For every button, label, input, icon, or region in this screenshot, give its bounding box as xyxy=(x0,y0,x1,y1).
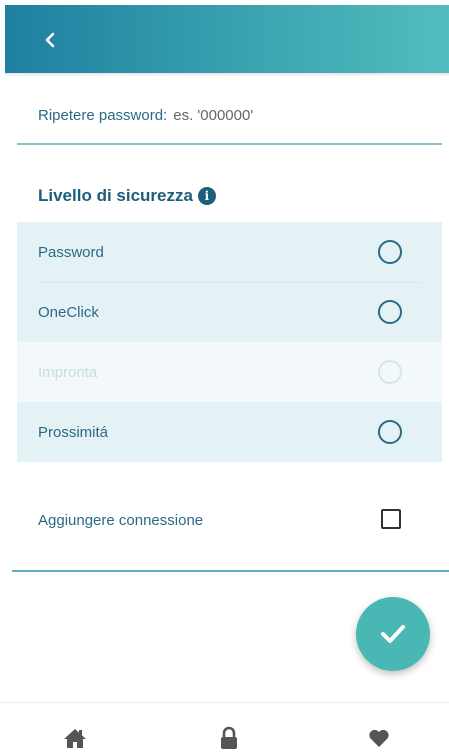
bottom-navigation xyxy=(0,702,449,754)
password-underline xyxy=(17,143,442,145)
add-connection-row[interactable]: Aggiungere connessione xyxy=(38,508,401,532)
confirm-button[interactable] xyxy=(356,597,430,671)
lock-icon[interactable] xyxy=(214,723,244,753)
radio-prossimita[interactable] xyxy=(378,420,402,444)
option-impronta: Impronta xyxy=(17,342,442,402)
option-password[interactable]: Password xyxy=(17,222,442,282)
chevron-left-icon[interactable] xyxy=(39,29,61,51)
home-icon[interactable] xyxy=(60,723,90,753)
info-icon[interactable]: i xyxy=(197,187,216,205)
header-shadow xyxy=(5,73,449,77)
heart-icon[interactable] xyxy=(364,723,394,753)
option-label: Password xyxy=(38,243,104,261)
repeat-password-input[interactable] xyxy=(173,103,429,127)
option-label: Impronta xyxy=(38,363,98,381)
add-connection-label: Aggiungere connessione xyxy=(38,511,204,529)
repeat-password-label: Ripetere password: xyxy=(38,106,168,124)
option-separator xyxy=(38,282,421,283)
app-header xyxy=(5,5,449,73)
repeat-password-row: Ripetere password: xyxy=(38,103,429,127)
radio-oneclick[interactable] xyxy=(378,300,402,324)
security-level-label: Livello di sicurezza xyxy=(38,186,193,205)
checkmark-icon xyxy=(381,625,405,643)
option-label: OneClick xyxy=(38,303,99,321)
option-label: Prossimitá xyxy=(38,423,109,441)
option-prossimita[interactable]: Prossimitá xyxy=(17,402,442,462)
radio-impronta xyxy=(378,360,402,384)
section-divider xyxy=(12,570,449,572)
security-options-list: Password OneClick Impronta Prossimitá xyxy=(17,222,442,462)
radio-password[interactable] xyxy=(378,240,402,264)
add-connection-checkbox[interactable] xyxy=(381,509,401,529)
security-level-title: Livello di sicurezza i xyxy=(38,186,216,206)
option-oneclick[interactable]: OneClick xyxy=(17,282,442,342)
